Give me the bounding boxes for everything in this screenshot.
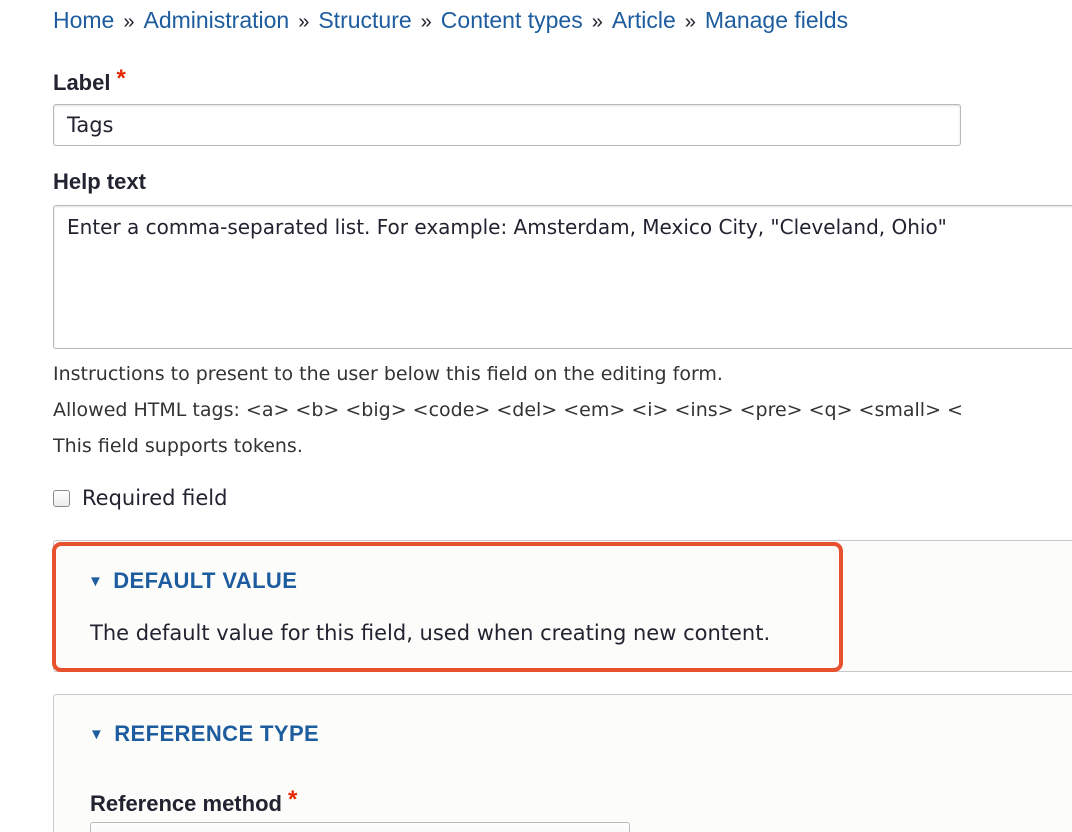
help-text-textarea[interactable]: Enter a comma-separated list. For exampl…: [53, 205, 1072, 349]
reference-type-details: ▼ REFERENCE TYPE Reference method *: [53, 694, 1072, 832]
reference-type-title: REFERENCE TYPE: [114, 721, 320, 746]
allowed-html-tags-text: Allowed HTML tags: <a> <b> <big> <code> …: [53, 399, 963, 421]
label-field-label: Label *: [53, 65, 126, 97]
label-input[interactable]: Tags: [53, 104, 961, 146]
breadcrumb-separator: »: [591, 11, 603, 33]
breadcrumb: Home » Administration » Structure » Content ty…: [53, 4, 848, 38]
breadcrumb-structure[interactable]: Structure: [318, 7, 411, 33]
breadcrumb-separator: »: [123, 11, 135, 33]
default-value-title: DEFAULT VALUE: [113, 568, 298, 593]
required-field-row: Required field: [53, 484, 227, 512]
required-field-label[interactable]: Required field: [82, 486, 227, 510]
default-value-summary[interactable]: ▼ DEFAULT VALUE: [88, 568, 297, 594]
breadcrumb-separator: »: [420, 11, 432, 33]
reference-type-summary[interactable]: ▼ REFERENCE TYPE: [89, 721, 319, 747]
required-marker: *: [116, 65, 126, 92]
default-value-description: The default value for this field, used w…: [90, 621, 771, 645]
tokens-support-text: This field supports tokens.: [53, 435, 303, 457]
breadcrumb-content-types[interactable]: Content types: [441, 7, 583, 33]
manage-field-page: Home » Administration » Structure » Content ty…: [0, 0, 1072, 832]
default-value-details: ▼ DEFAULT VALUE The default value for th…: [52, 542, 843, 672]
required-marker: *: [287, 786, 298, 813]
required-field-checkbox[interactable]: [53, 489, 70, 507]
breadcrumb-administration[interactable]: Administration: [143, 7, 289, 33]
label-field-label-text: Label: [53, 70, 111, 95]
triangle-down-icon: ▼: [89, 725, 105, 743]
reference-method-label-text: Reference method: [90, 791, 282, 816]
breadcrumb-article[interactable]: Article: [612, 7, 676, 33]
breadcrumb-home[interactable]: Home: [53, 7, 114, 33]
breadcrumb-manage-fields[interactable]: Manage fields: [705, 7, 848, 33]
help-text-label: Help text: [53, 169, 146, 194]
breadcrumb-separator: »: [298, 11, 310, 33]
triangle-down-icon: ▼: [88, 572, 104, 590]
breadcrumb-separator: »: [684, 11, 696, 33]
reference-method-select[interactable]: Default: [90, 822, 630, 832]
reference-method-label: Reference method *: [90, 786, 297, 818]
help-text-description: Instructions to present to the user belo…: [53, 363, 723, 385]
